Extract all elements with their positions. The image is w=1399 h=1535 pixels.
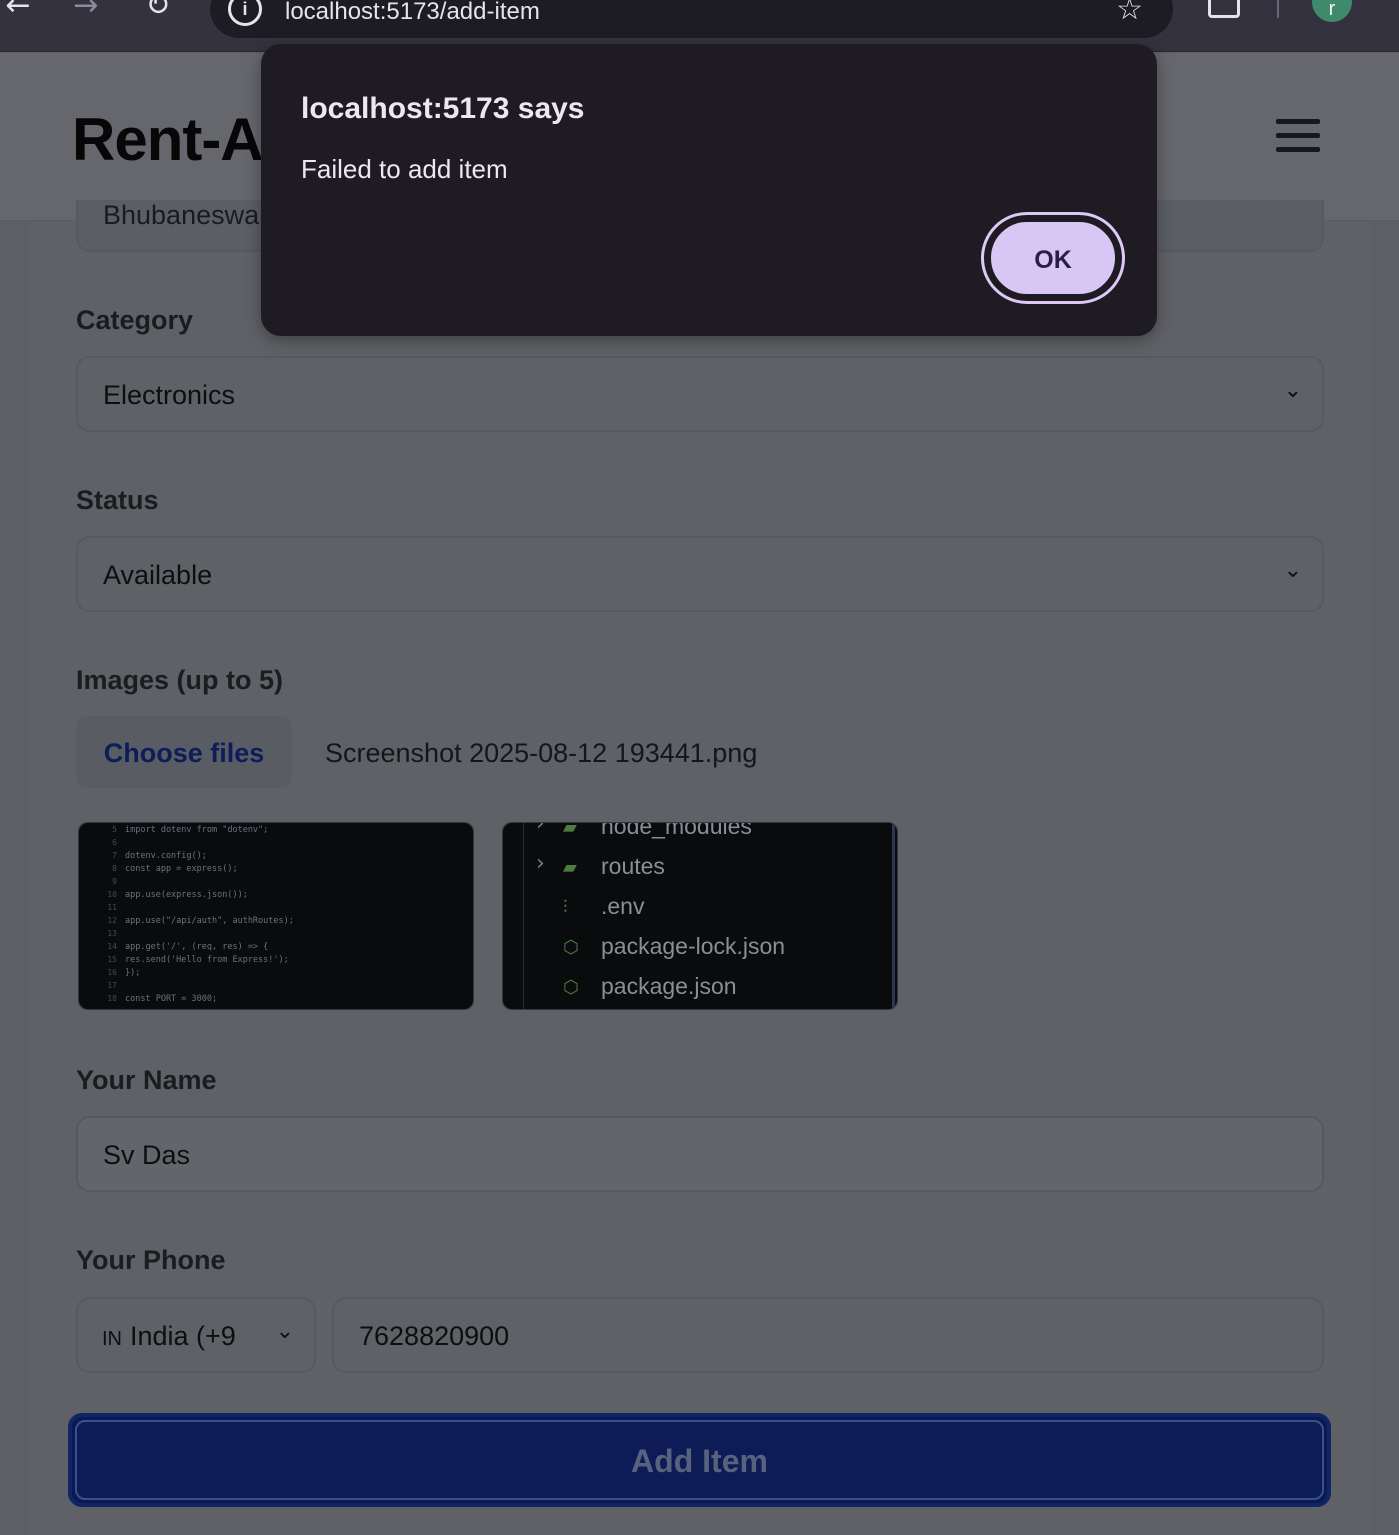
category-label: Category: [76, 305, 194, 335]
file-tree-row: › ▰ node_modules: [503, 822, 897, 847]
code-line-text: app.use("/api/auth", authRoutes);: [125, 916, 294, 926]
address-url[interactable]: localhost:5173/add-item: [285, 0, 540, 26]
selected-file-name: Screenshot 2025-08-12 193441.png: [325, 738, 758, 768]
category-select-value: Electronics: [103, 380, 236, 410]
file-tree-name: routes: [601, 853, 665, 879]
bookmark-star-icon[interactable]: ☆: [1116, 0, 1143, 27]
code-line-number: 18: [107, 994, 117, 1003]
phone-number-value: 7628820900: [359, 1321, 510, 1351]
code-line-text: const app = express();: [125, 864, 238, 874]
folder-icon: ▰: [563, 822, 577, 838]
alert-message: Failed to add item: [301, 154, 508, 184]
chevron-down-icon: ⌄: [1283, 558, 1302, 583]
back-arrow-icon[interactable]: ←: [0, 0, 36, 24]
profile-avatar[interactable]: r: [1312, 0, 1352, 22]
forward-arrow-icon[interactable]: →: [68, 0, 104, 24]
chevron-down-icon: ⌄: [1283, 378, 1302, 403]
add-item-button-label: Add Item: [631, 1443, 768, 1479]
chevron-right-icon: ›: [536, 851, 545, 876]
file-tree-name: package.json: [601, 973, 737, 999]
code-line-number: 12: [107, 916, 117, 925]
file-tree-row: ⫶ .env: [503, 891, 897, 927]
country-code-value: IN India (+9: [102, 1321, 236, 1352]
settings-file-icon: ⫶: [563, 897, 568, 918]
code-line-number: 8: [112, 864, 117, 873]
hamburger-menu-icon[interactable]: [1276, 119, 1320, 153]
chevron-right-icon: ›: [536, 822, 545, 836]
code-line-number: 13: [107, 929, 117, 938]
location-field-value: Bhubaneswa: [103, 200, 260, 230]
extensions-icon[interactable]: [1208, 0, 1240, 18]
country-code-select[interactable]: IN India (+9 ⌄: [76, 1297, 316, 1373]
code-line-text: const PORT = 3000;: [125, 994, 218, 1004]
choose-files-label: Choose files: [103, 738, 265, 768]
chevron-down-icon: ⌄: [275, 1319, 294, 1344]
code-line-text: import dotenv from "dotenv";: [125, 825, 269, 835]
ok-button-focus-ring: OK: [981, 212, 1125, 304]
category-select[interactable]: Electronics ⌄: [76, 356, 1324, 432]
code-line-text: });: [125, 968, 141, 978]
code-line-number: 11: [107, 903, 117, 912]
file-tree-row: › ▰ routes: [503, 851, 897, 887]
code-line-number: 9: [112, 877, 117, 886]
folder-icon: ▰: [563, 857, 577, 878]
phone-number-input[interactable]: 7628820900: [332, 1297, 1324, 1373]
your-phone-label: Your Phone: [76, 1245, 226, 1275]
your-name-value: Sv Das: [103, 1140, 191, 1170]
code-line-number: 16: [107, 968, 117, 977]
status-label: Status: [76, 485, 159, 515]
code-line-number: 10: [107, 890, 117, 899]
status-select-value: Available: [103, 560, 213, 590]
site-logo[interactable]: Rent-A: [72, 105, 264, 174]
site-info-icon[interactable]: i: [228, 0, 262, 26]
ok-button[interactable]: OK: [989, 220, 1117, 296]
code-line-number: 17: [107, 981, 117, 990]
code-line-number: 6: [112, 838, 117, 847]
toolbar-divider: [1277, 0, 1279, 18]
code-line-number: 5: [112, 825, 117, 834]
alert-title: localhost:5173 says: [301, 92, 585, 125]
node-file-icon: ⬡: [563, 977, 579, 998]
images-label: Images (up to 5): [76, 665, 284, 695]
file-tree-name: package-lock.json: [601, 933, 786, 959]
image-preview-code: 5 import dotenv from "dotenv"; 6 7 dotenv.co…: [78, 822, 474, 1010]
file-tree-row: ⬡ package-lock.json: [503, 931, 897, 967]
code-line-text: dotenv.config();: [125, 851, 207, 861]
choose-files-button[interactable]: Choose files: [76, 716, 292, 788]
add-item-button[interactable]: Add Item: [68, 1413, 1331, 1507]
status-select[interactable]: Available ⌄: [76, 536, 1324, 612]
node-file-icon: ⬡: [563, 937, 579, 958]
country-code: IN: [102, 1328, 122, 1350]
address-bar[interactable]: i localhost:5173/add-item ☆: [210, 0, 1173, 38]
file-tree-name: .env: [601, 893, 645, 919]
code-line-number: 15: [107, 955, 117, 964]
your-name-label: Your Name: [76, 1065, 217, 1095]
code-line-text: app.use(express.json());: [125, 890, 248, 900]
code-line-number: 7: [112, 851, 117, 860]
image-preview-file-tree: › ▰ node_modules › ▰ routes ⫶ .env ⬡ package-lock…: [502, 822, 898, 1010]
code-line-number: 14: [107, 942, 117, 951]
file-tree-name: node_modules: [601, 822, 752, 839]
code-line-text: app.get('/', (req, res) => {: [125, 942, 269, 952]
code-line-text: res.send('Hello from Express!');: [125, 955, 289, 965]
reload-icon[interactable]: ↻: [140, 0, 176, 24]
your-name-input[interactable]: Sv Das: [76, 1116, 1324, 1192]
ok-button-label: OK: [1034, 246, 1072, 274]
file-tree-row: ⬡ package.json: [503, 971, 897, 1007]
country-label: India (+9: [130, 1321, 236, 1351]
alert-dialog: localhost:5173 says Failed to add item O…: [261, 44, 1157, 336]
